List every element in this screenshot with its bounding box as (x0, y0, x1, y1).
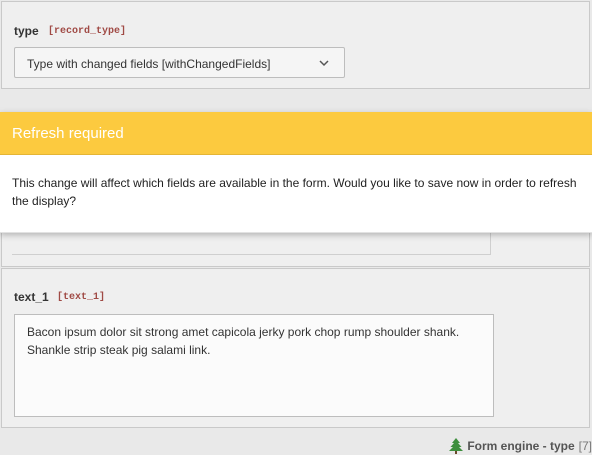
hidden-field-panel (1, 227, 590, 267)
modal-title: Refresh required (12, 125, 124, 142)
modal-header: Refresh required (0, 112, 592, 155)
record-info[interactable]: Form engine - type [7] (449, 438, 592, 454)
refresh-modal: Refresh required This change will affect… (0, 112, 592, 233)
text-field-label: text_1 (14, 290, 49, 304)
modal-message: This change will affect which fields are… (12, 176, 577, 208)
tree-icon (449, 438, 464, 454)
chevron-down-icon (319, 60, 329, 67)
text-field-panel: text_1 [text_1] Bacon ipsum dolor sit st… (1, 268, 590, 428)
record-title: Form engine - type (467, 439, 575, 453)
type-field-code: [record_type] (48, 26, 127, 37)
text-field-code: [text_1] (57, 292, 106, 303)
type-field-label: type (14, 24, 39, 38)
modal-footer-divider (0, 232, 592, 233)
text-1-textarea[interactable]: Bacon ipsum dolor sit strong amet capico… (14, 314, 494, 417)
record-uid: [7] (578, 439, 592, 453)
record-footer: Form engine - type [7] (0, 429, 592, 455)
type-field-panel: type [record_type] Type with changed fie… (1, 1, 590, 89)
type-select[interactable]: Type with changed fields [withChangedFie… (14, 47, 345, 78)
type-select-value: Type with changed fields [withChangedFie… (27, 57, 271, 71)
